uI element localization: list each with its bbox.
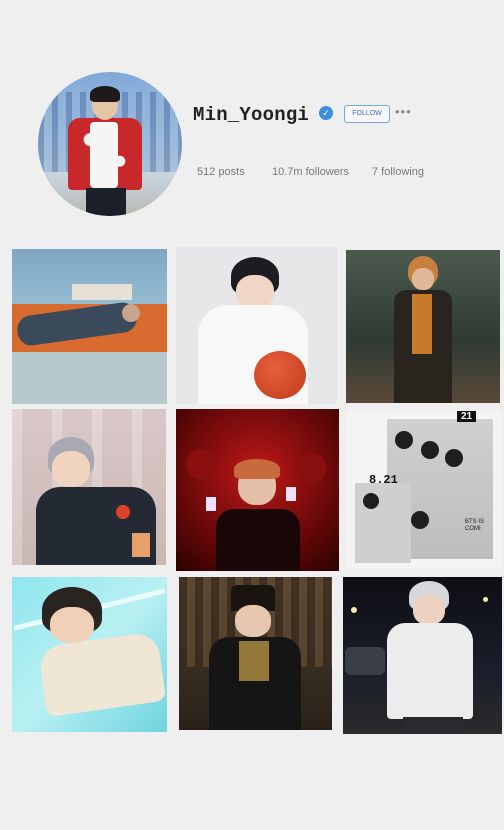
avatar-hair (90, 86, 120, 102)
post-thumbnail[interactable] (12, 409, 166, 565)
poster-caption-text: BTS IS COMI (465, 519, 485, 532)
verified-badge-icon: ✓ (319, 106, 333, 120)
post-thumbnail[interactable] (176, 247, 337, 404)
post-thumbnail[interactable] (12, 577, 167, 732)
avatar-pants (86, 188, 126, 216)
post-thumbnail[interactable] (179, 577, 332, 730)
poster-number-text: 21 (457, 411, 477, 422)
more-options-icon[interactable]: ••• (395, 104, 412, 119)
followers-count[interactable]: 10.7m followers (272, 166, 349, 178)
profile-avatar[interactable] (38, 72, 182, 216)
posts-count[interactable]: 512 posts (197, 166, 245, 178)
poster-date-text: 8.21 (369, 473, 398, 487)
avatar-tee (90, 122, 118, 188)
post-thumbnail[interactable] (343, 577, 502, 734)
following-count[interactable]: 7 following (372, 166, 424, 178)
post-thumbnail[interactable] (12, 249, 167, 404)
profile-username: Min_Yoongi (193, 104, 310, 126)
post-thumbnail[interactable] (176, 409, 339, 571)
post-thumbnail[interactable] (346, 250, 500, 403)
follow-button[interactable]: FOLLOW (344, 105, 390, 123)
post-thumbnail[interactable]: 8.21 21 BTS IS COMI (347, 411, 501, 569)
